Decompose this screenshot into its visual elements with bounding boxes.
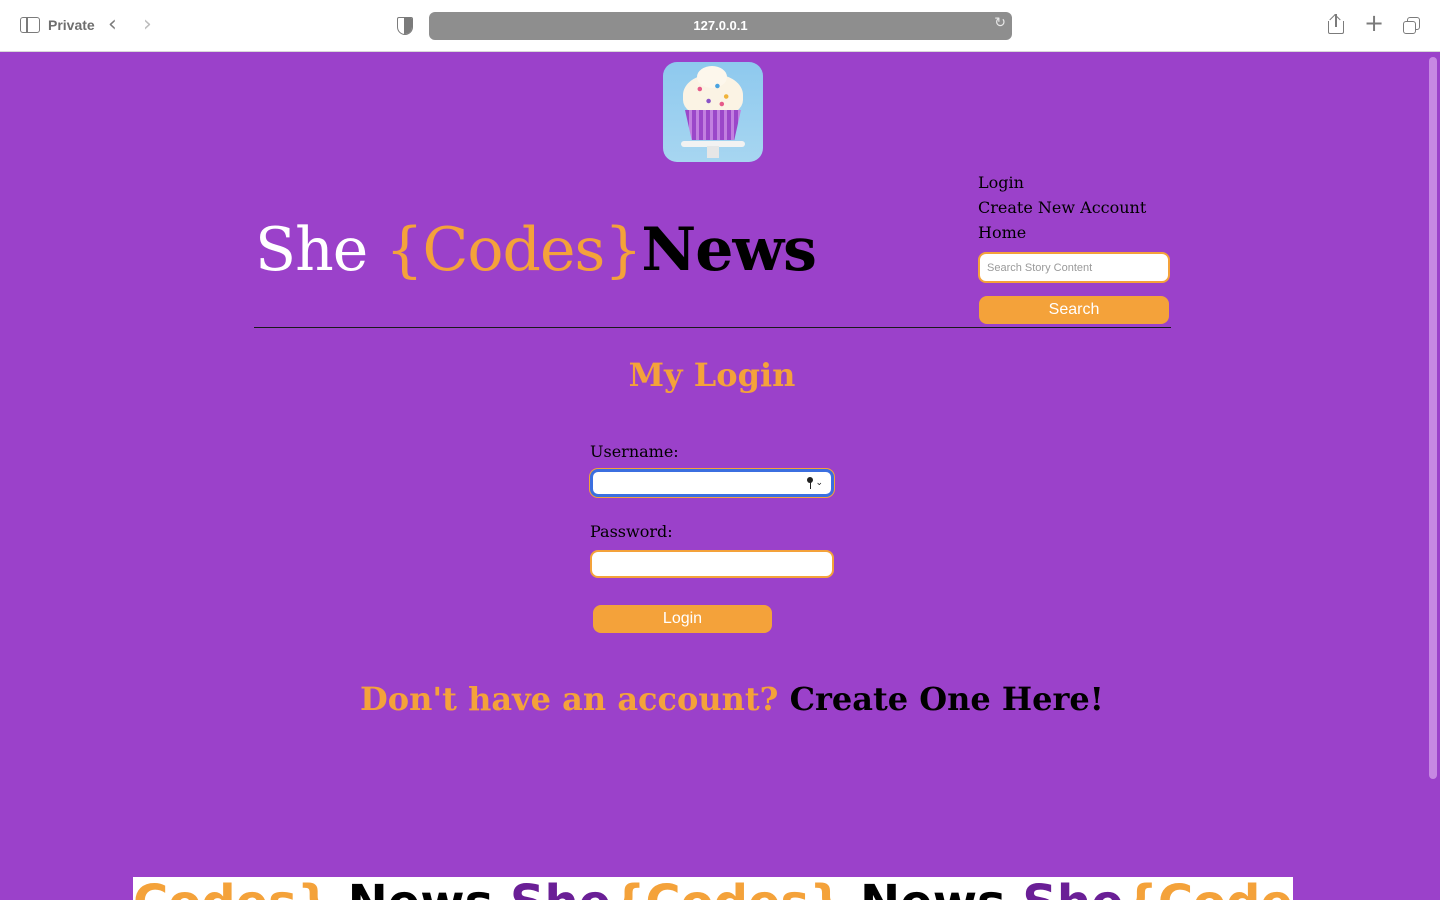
new-tab-icon[interactable]: + (1364, 11, 1384, 35)
forward-arrow-icon[interactable]: › (143, 13, 152, 37)
nav-home-link[interactable]: Home (978, 220, 1146, 245)
share-icon[interactable] (1327, 14, 1345, 36)
signup-prompt-text: Don't have an account? (360, 680, 779, 718)
banner-segment: Codes} (133, 877, 348, 900)
address-bar[interactable]: 127.0.0.1 ↻ (429, 12, 1012, 40)
cupcake-logo (663, 62, 763, 162)
reload-icon[interactable]: ↻ (994, 15, 1006, 31)
page-scrollbar[interactable] (1426, 53, 1440, 900)
banner-segment: {Codes} (1124, 877, 1293, 900)
site-title-news: News (641, 215, 816, 285)
banner-segment: {Codes} (611, 877, 860, 900)
signup-prompt: Don't have an account? Create One Here! (360, 680, 1104, 718)
banner-segment: She (510, 877, 611, 900)
site-title-codes: {Codes} (385, 215, 642, 285)
privacy-shield-icon[interactable] (397, 17, 413, 35)
site-nav: Login Create New Account Home (978, 170, 1146, 245)
header-divider (254, 327, 1171, 328)
site-title: She {Codes}News (255, 210, 817, 290)
nav-login-link[interactable]: Login (978, 170, 1146, 195)
password-label: Password: (590, 522, 673, 541)
browser-toolbar: Private ‹ › 127.0.0.1 ↻ + (0, 0, 1440, 52)
url-text: 127.0.0.1 (693, 18, 748, 33)
site-title-she: She (255, 215, 386, 285)
username-field[interactable]: ⌄ (590, 469, 834, 497)
search-input[interactable] (978, 252, 1170, 283)
login-submit-button[interactable]: Login (593, 605, 772, 633)
footer-banner-text: Codes} News She{Codes} News She{Codes} N… (133, 879, 1293, 900)
password-field[interactable] (590, 550, 834, 578)
scrollbar-thumb[interactable] (1429, 57, 1437, 779)
banner-segment: She (1022, 877, 1123, 900)
nav-create-account-link[interactable]: Create New Account (978, 195, 1146, 220)
password-key-icon[interactable]: ⌄ (807, 475, 823, 491)
search-button[interactable]: Search (979, 296, 1169, 324)
create-account-link[interactable]: Create One Here! (790, 680, 1104, 718)
tab-overview-icon[interactable] (1403, 17, 1420, 34)
banner-segment: News (348, 877, 510, 900)
private-mode-label: Private (48, 17, 95, 33)
back-arrow-icon[interactable]: ‹ (108, 13, 117, 37)
sidebar-toggle-icon[interactable] (20, 17, 40, 33)
banner-segment: News (860, 877, 1022, 900)
username-label: Username: (590, 442, 679, 461)
footer-banner: Codes} News She{Codes} News She{Codes} N… (133, 877, 1293, 900)
page-title: My Login (628, 356, 796, 394)
